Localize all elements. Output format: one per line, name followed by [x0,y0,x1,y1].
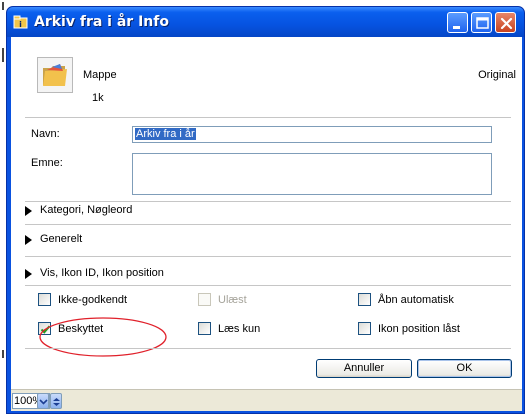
checkbox-label: Beskyttet [58,323,104,335]
ok-button[interactable]: OK [417,359,512,378]
zoom-dropdown-button[interactable] [37,393,49,409]
checkbox-ulaest: Ulæst [198,293,298,308]
checkbox-laes-kun[interactable]: Læs kun [198,322,298,337]
zoom-stepper[interactable] [50,393,62,409]
section-label: Generelt [40,233,83,245]
divider [25,117,511,118]
section-generelt[interactable]: Generelt [25,231,225,247]
checkbox-box [198,322,211,335]
checkbox-ikke-godkendt[interactable]: Ikke-godkendt [38,293,178,308]
close-button[interactable] [495,12,516,33]
close-icon [500,17,513,30]
section-kategori[interactable]: Kategori, Nøgleord [25,202,225,218]
section-vis-ikon[interactable]: Vis, Ikon ID, Ikon position [25,265,225,281]
maximize-button[interactable] [471,12,492,33]
checkbox-aabn-automatisk[interactable]: Åbn automatisk [358,293,498,308]
divider [25,256,511,257]
checkbox-label: Ikon position låst [378,323,460,335]
cancel-button[interactable]: Annuller [316,359,412,378]
minimize-button[interactable] [447,12,468,33]
disclosure-triangle-icon [25,235,32,245]
name-label: Navn: [31,128,60,140]
subject-field[interactable] [132,153,492,195]
info-dialog-window: i Arkiv fra i år Info Mappe 1k Original … [6,6,525,414]
checkbox-label: Læs kun [218,323,261,335]
checkbox-box [358,322,371,335]
minimize-icon [453,26,460,29]
disclosure-triangle-icon [25,269,32,279]
checkbox-label: Åbn automatisk [378,294,454,306]
checkbox-box [38,322,51,335]
title-bar[interactable]: i Arkiv fra i år Info [7,7,524,37]
chevron-down-icon [39,399,48,405]
maximize-icon [476,17,489,29]
svg-text:i: i [19,20,22,29]
status-bar: 100% [11,389,522,411]
window-title: Arkiv fra i år Info [34,14,169,30]
file-size: 1k [92,92,104,104]
file-kind: Mappe [83,69,117,81]
name-field[interactable]: Arkiv fra i år [132,126,492,143]
original-label: Original [478,69,516,81]
disclosure-triangle-icon [25,206,32,216]
divider [25,285,511,286]
checkbox-box [38,293,51,306]
up-down-arrows-icon [53,398,60,406]
section-label: Vis, Ikon ID, Ikon position [40,267,164,279]
section-label: Kategori, Nøgleord [40,204,133,216]
divider [25,348,511,349]
divider [25,224,511,225]
check-mark-icon [40,325,51,334]
checkbox-beskyttet[interactable]: Beskyttet [38,322,158,337]
checkbox-box [358,293,371,306]
checkbox-box [198,293,211,306]
folder-icon [37,57,73,93]
name-field-value: Arkiv fra i år [135,128,196,140]
checkbox-label: Ikke-godkendt [58,294,128,306]
checkbox-label: Ulæst [218,294,247,306]
folder-info-icon: i [13,14,29,30]
dialog-content: Mappe 1k Original Navn: Arkiv fra i år E… [11,37,522,411]
checkbox-ikon-position-laast[interactable]: Ikon position låst [358,322,508,337]
subject-label: Emne: [31,157,63,169]
